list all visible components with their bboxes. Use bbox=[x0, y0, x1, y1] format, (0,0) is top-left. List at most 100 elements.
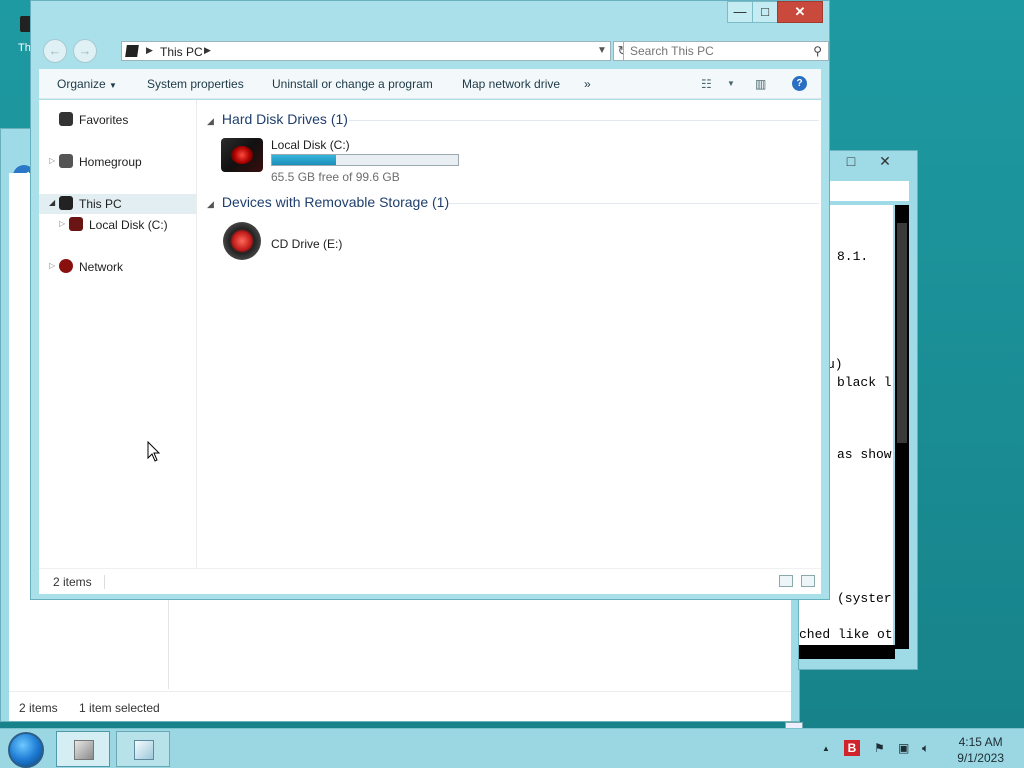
console-line: ched like ot bbox=[799, 627, 893, 642]
group-header-label: Hard Disk Drives (1) bbox=[221, 111, 348, 127]
scrollbar-thumb[interactable] bbox=[897, 223, 907, 443]
desktop: Th ◀ 2 items 1 item selected □ ✕ 8.1. u)… bbox=[0, 0, 1024, 736]
close-icon[interactable]: ✕ bbox=[869, 151, 901, 171]
status-item-count: 2 items bbox=[53, 575, 92, 589]
nav-item-label: Network bbox=[79, 260, 124, 274]
forward-button[interactable]: → bbox=[73, 39, 97, 63]
drive-usage-fill bbox=[272, 155, 336, 165]
maximize-button[interactable]: □ bbox=[752, 1, 778, 23]
details-view-icon[interactable] bbox=[779, 575, 793, 587]
organize-menu[interactable]: Organize ▼ bbox=[57, 77, 117, 91]
status-separator bbox=[104, 575, 105, 589]
breadcrumb-this-pc[interactable]: This PC bbox=[160, 45, 203, 59]
console-line: 8.1. bbox=[837, 249, 869, 264]
address-bar[interactable]: ▶ This PC ▶ ▼ bbox=[121, 41, 611, 61]
drive-name: Local Disk (C:) bbox=[271, 138, 350, 152]
change-view-icon[interactable]: ☷ bbox=[701, 77, 712, 91]
collapse-group-icon[interactable]: ◢ bbox=[207, 199, 214, 209]
search-box[interactable]: ⚲ bbox=[623, 41, 829, 61]
status-selection-count: 1 item selected bbox=[79, 701, 160, 715]
content-area: Favorites ▷ Homegroup ◢ This PC ▷ Local … bbox=[39, 100, 821, 568]
map-network-drive-button[interactable]: Map network drive bbox=[462, 77, 560, 91]
taskbar-app-notepad[interactable] bbox=[116, 731, 170, 767]
computer-icon bbox=[59, 196, 73, 210]
notepad-app-icon bbox=[134, 740, 154, 760]
uninstall-program-button[interactable]: Uninstall or change a program bbox=[272, 77, 433, 91]
organize-label: Organize bbox=[57, 77, 106, 91]
hard-drive-icon bbox=[69, 217, 83, 231]
drive-usage-bar bbox=[271, 154, 459, 166]
start-button[interactable] bbox=[8, 732, 44, 768]
group-divider bbox=[449, 203, 819, 204]
expand-arrow-icon[interactable]: ▷ bbox=[49, 156, 55, 165]
drive-name: CD Drive (E:) bbox=[271, 237, 343, 251]
nav-item-local-disk[interactable]: ▷ Local Disk (C:) bbox=[39, 215, 197, 235]
explorer-app-icon bbox=[74, 740, 94, 760]
group-header-removable[interactable]: ◢ Devices with Removable Storage (1) bbox=[207, 194, 449, 210]
large-icons-view-icon[interactable] bbox=[801, 575, 815, 587]
action-center-flag-icon[interactable]: ⚑ bbox=[874, 741, 885, 755]
console-line: black l bbox=[837, 375, 892, 390]
chevron-down-icon: ▼ bbox=[109, 81, 117, 90]
drive-cd-e[interactable]: CD Drive (E:) bbox=[223, 222, 383, 266]
clock-date: 9/1/2023 bbox=[957, 751, 1004, 765]
caption-buttons: — □ ✕ bbox=[727, 1, 823, 23]
help-button[interactable]: ? bbox=[792, 76, 807, 91]
navigation-pane: Favorites ▷ Homegroup ◢ This PC ▷ Local … bbox=[39, 100, 197, 568]
address-dropdown-icon[interactable]: ▼ bbox=[594, 42, 610, 60]
expand-arrow-icon[interactable]: ▷ bbox=[49, 261, 55, 270]
group-header-label: Devices with Removable Storage (1) bbox=[221, 194, 450, 210]
explorer-window-this-pc[interactable]: — □ ✕ ← → ▶ This PC ▶ ▼ ↻ ⚲ Organize ▼ S… bbox=[30, 0, 830, 600]
nav-item-label: Local Disk (C:) bbox=[89, 218, 168, 232]
minimize-button[interactable]: — bbox=[727, 1, 753, 23]
computer-icon bbox=[125, 45, 139, 57]
search-icon[interactable]: ⚲ bbox=[813, 44, 822, 58]
preview-pane-icon[interactable]: ▥ bbox=[755, 77, 766, 91]
maximize-icon[interactable]: □ bbox=[835, 151, 867, 171]
star-icon bbox=[59, 112, 73, 126]
system-properties-button[interactable]: System properties bbox=[147, 77, 244, 91]
console-line: (syster bbox=[837, 591, 892, 606]
status-item-count: 2 items bbox=[19, 701, 58, 715]
nav-item-network[interactable]: ▷ Network bbox=[39, 257, 197, 277]
nav-item-label: Homegroup bbox=[79, 155, 142, 169]
close-button[interactable]: ✕ bbox=[777, 1, 823, 23]
collapse-arrow-icon[interactable]: ◢ bbox=[49, 198, 55, 207]
background-status-bar: 2 items 1 item selected bbox=[9, 691, 803, 736]
console-horizontal-scrollbar[interactable] bbox=[799, 645, 895, 659]
clock-time: 4:15 AM bbox=[958, 735, 1003, 749]
nav-item-homegroup[interactable]: ▷ Homegroup bbox=[39, 152, 197, 172]
back-button[interactable]: ← bbox=[43, 39, 67, 63]
show-hidden-icons-icon[interactable]: ▲ bbox=[822, 744, 830, 753]
clock[interactable]: 4:15 AM 9/1/2023 bbox=[957, 734, 1004, 766]
search-input[interactable] bbox=[624, 42, 794, 60]
view-options-chevron-icon[interactable]: ▼ bbox=[727, 79, 735, 88]
hard-drive-icon bbox=[221, 138, 263, 172]
group-header-hard-disk[interactable]: ◢ Hard Disk Drives (1) bbox=[207, 111, 348, 127]
volume-icon[interactable]: 🔈︎ bbox=[922, 741, 929, 756]
homegroup-icon bbox=[59, 154, 73, 168]
nav-item-label: Favorites bbox=[79, 113, 129, 127]
console-vertical-scrollbar[interactable] bbox=[895, 205, 909, 649]
console-line: as show bbox=[837, 447, 892, 462]
nav-item-favorites[interactable]: Favorites bbox=[39, 110, 197, 130]
breadcrumb-chevron-icon[interactable]: ▶ bbox=[204, 45, 211, 56]
taskbar-app-explorer[interactable] bbox=[56, 731, 110, 767]
nav-item-this-pc[interactable]: ◢ This PC bbox=[39, 194, 196, 214]
status-bar: 2 items bbox=[39, 568, 821, 594]
cd-drive-icon bbox=[223, 222, 261, 260]
more-commands-button[interactable]: » bbox=[584, 77, 591, 91]
expand-arrow-icon[interactable]: ▷ bbox=[59, 219, 65, 228]
drive-free-space: 65.5 GB free of 99.6 GB bbox=[271, 170, 400, 184]
drive-local-disk-c[interactable]: Local Disk (C:) 65.5 GB free of 99.6 GB bbox=[221, 138, 471, 184]
network-icon bbox=[59, 259, 73, 273]
group-divider bbox=[349, 120, 819, 121]
command-bar: Organize ▼ System properties Uninstall o… bbox=[39, 69, 821, 99]
breadcrumb-chevron-icon[interactable]: ▶ bbox=[146, 45, 153, 56]
navigation-bar: ← → ▶ This PC ▶ ▼ ↻ ⚲ bbox=[39, 37, 829, 63]
collapse-group-icon[interactable]: ◢ bbox=[207, 116, 214, 126]
taskbar: ▲ B ⚑ ▣ 🔈︎ 4:15 AM 9/1/2023 bbox=[0, 728, 1024, 768]
nav-item-label: This PC bbox=[79, 197, 122, 211]
network-tray-icon[interactable]: ▣ bbox=[898, 741, 909, 755]
antivirus-tray-icon[interactable]: B bbox=[844, 740, 860, 756]
